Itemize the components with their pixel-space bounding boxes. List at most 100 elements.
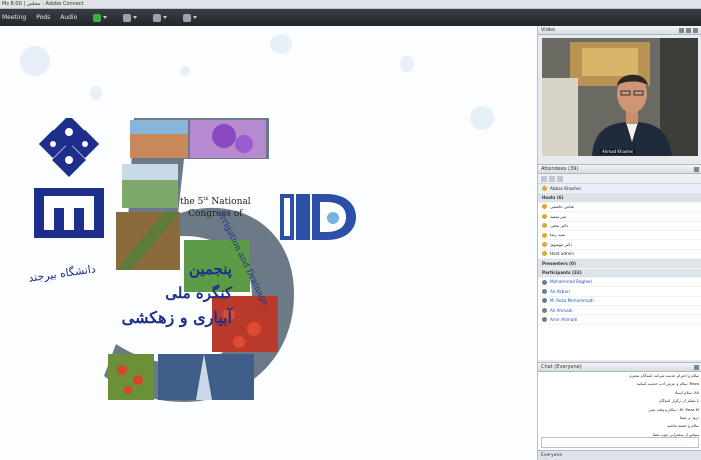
chat-message: ﺳﻼﻡ ﻭ ﺧﺴﺘﻪ ﻧﺒﺎﺷﯿﺪ	[667, 423, 699, 429]
water-drop-decoration	[270, 34, 292, 54]
user-icon	[542, 204, 547, 210]
chat-message: ﺳﻼﻡ ﻭ ﺍﺣﺘﺮﺍﻡ ﺧﺪﻣﺖ ﺷﺮﮐﺖ ﮐﻨﻨﺪﮔﺎﻥ ﻣﺤﺘﺮﻡ	[629, 373, 699, 378]
adobe-connect-window: Ms ﻣﺠﻠﺲ | 8:00 - Adobe Connect Meeting P…	[0, 0, 701, 460]
pod-menu-icon[interactable]	[694, 365, 699, 370]
pod-menu-icon[interactable]	[693, 28, 698, 33]
list-item[interactable]: M. Reza Mohammadi	[538, 297, 701, 307]
meeting-icon	[93, 13, 102, 22]
menu-audio[interactable]: Audio	[60, 14, 77, 21]
pod-maximize-icon[interactable]	[686, 28, 691, 33]
congress-title-fa-1: پنجمین	[188, 260, 232, 278]
list-item[interactable]: ﻣﯿﺮ ﺳﻌﯿﺪ	[538, 212, 701, 222]
presenters-group-label: Presenters (0)	[542, 260, 576, 266]
user-icon	[542, 288, 547, 294]
chat-message: ﺩﺭﻭﺩ ﺑﺮ ﺷﻤﺎ	[679, 415, 699, 421]
menu-pods[interactable]: Pods	[36, 14, 50, 21]
video-participant-name: Ahmad Khashei	[600, 149, 636, 154]
chat-input[interactable]	[541, 437, 699, 448]
water-drop-decoration	[90, 86, 102, 100]
attendees-pod-header: Attendees (39)	[538, 165, 701, 174]
video-pod-header: Video	[538, 26, 701, 35]
university-logo	[34, 118, 104, 238]
settings-icon[interactable]	[557, 175, 563, 182]
user-icon	[542, 279, 547, 285]
user-icon	[542, 223, 547, 229]
attendee-name: Amir Ahmadi	[550, 316, 578, 322]
attendee-name: ﺩﮐﺘﺮ ﻣﻮﺳﻮﯼ	[550, 241, 573, 247]
pod-menu-icon[interactable]	[694, 167, 699, 172]
hosts-group-header[interactable]: Hosts (6)	[538, 193, 701, 203]
mic-icon	[123, 13, 132, 22]
list-item[interactable]: Ali Ahmadi	[538, 306, 701, 316]
presenters-group-header[interactable]: Presenters (0)	[538, 259, 701, 269]
chat-message: ﺑﺎ ﺗﺸﮑﺮ ﺍﺯ ﺑﺮﮔﺰﺍﺭ ﮐﻨﻨﺪﮔﺎﻥ	[658, 398, 699, 404]
raise-hand-button[interactable]	[183, 13, 198, 22]
status-icon[interactable]	[549, 175, 555, 182]
water-drop-decoration	[180, 66, 190, 76]
user-icon	[542, 298, 547, 304]
user-icon	[542, 213, 547, 219]
list-item[interactable]: Ali Akbari	[538, 287, 701, 297]
video-pod-title: Video	[541, 27, 556, 33]
webcam-button[interactable]	[153, 13, 168, 22]
attendee-name: Ali Akbari	[550, 288, 570, 294]
pod-controls	[679, 28, 698, 33]
user-icon	[542, 317, 547, 323]
chat-pod-title: Chat (Everyone)	[541, 364, 582, 370]
chevron-down-icon	[163, 16, 168, 19]
menu-meeting[interactable]: Meeting	[2, 14, 26, 21]
attendee-name: ﺩﮐﺘﺮ ﻧﺠﻔﯽ	[550, 223, 569, 229]
selected-attendee[interactable]: Abbas Khashei	[538, 184, 701, 194]
congress-five-logo	[104, 118, 294, 402]
water-drop-decoration	[470, 106, 494, 130]
raise-hand-icon	[183, 13, 192, 22]
chevron-down-icon	[193, 16, 198, 19]
congress-title-line2: Congress of	[188, 209, 243, 219]
attendee-name: Ali Ahmadi	[550, 307, 573, 313]
list-item[interactable]: Host admin	[538, 250, 701, 260]
attendees-pod: Attendees (39) Abbas Khashei Hosts (6) ﻋ…	[538, 164, 701, 360]
congress-title-fa-2: کنگره ملی	[165, 284, 232, 302]
water-drop-decoration	[400, 56, 414, 72]
video-frame-image	[542, 38, 698, 156]
attendee-name: ﺳﯿﺪ ﺭﺿﺎ	[550, 232, 566, 238]
congress-title-fa-3: آبیاری و زهکشی	[121, 308, 232, 327]
attendee-name: Mohammad Bagheri	[550, 279, 593, 285]
selected-attendee-label: Abbas Khashei	[550, 185, 581, 191]
chat-pod: Chat (Everyone) ﺳﻼﻡ ﻭ ﺍﺣﺘﺮﺍﻡ ﺧﺪﻣﺖ ﺷﺮﮐﺖ ﮐ…	[538, 362, 701, 460]
list-item[interactable]: ﺳﯿﺪ ﺭﺿﺎ	[538, 231, 701, 241]
participants-group-header[interactable]: Participants (33)	[538, 268, 701, 278]
pod-options-icon[interactable]	[679, 28, 684, 33]
right-pods-panel: Video Ahmad Khashei Attendees (39) Abbas…	[537, 26, 701, 460]
chat-recipient-selector[interactable]: Everyone	[538, 450, 701, 460]
user-icon	[542, 232, 547, 238]
attendee-name: ﻣﯿﺮ ﺳﻌﯿﺪ	[550, 213, 567, 219]
pod-controls	[694, 167, 699, 172]
list-item[interactable]: Amir Ahmadi	[538, 315, 701, 325]
window-title: Ms ﻣﺠﻠﺲ | 8:00 - Adobe Connect	[0, 0, 701, 9]
list-item[interactable]: Mohammad Bagheri	[538, 278, 701, 288]
chat-message: Reza: ﺳﻼﻡ ﻭ ﻋﺮﺽ ﺍﺩﺏ ﺧﺪﻣﺖ ﺍﺳﺎﺗﯿﺪ	[636, 381, 699, 387]
webcam-video-feed: Ahmad Khashei	[542, 38, 698, 156]
user-icon	[542, 185, 547, 191]
list-item[interactable]: ﻋﺒﺎﺱ ﺧﺎﺷﻌﯽ	[538, 203, 701, 213]
congress-title-line1b: National	[208, 197, 251, 207]
attendee-name: ﻋﺒﺎﺱ ﺧﺎﺷﻌﯽ	[550, 204, 575, 210]
microphone-button[interactable]	[123, 13, 138, 22]
attendees-pod-title: Attendees (39)	[541, 166, 579, 172]
pod-controls	[694, 365, 699, 370]
chevron-down-icon	[133, 16, 138, 19]
list-item[interactable]: ﺩﮐﺘﺮ ﻣﻮﺳﻮﯼ	[538, 240, 701, 250]
share-pod-slide: دانشگاه بیرجند the 5th National Congress…	[0, 26, 537, 460]
chat-message: Ali: ﺳﻼﻡ ﺍﺳﺘﺎﺩ	[674, 389, 699, 395]
main-toolbar: Meeting Pods Audio	[0, 9, 701, 26]
user-icon	[542, 242, 547, 248]
chevron-down-icon	[103, 16, 108, 19]
list-item[interactable]: ﺩﮐﺘﺮ ﻧﺠﻔﯽ	[538, 222, 701, 231]
participants-group-label: Participants (33)	[542, 270, 582, 276]
user-icon	[542, 307, 547, 313]
user-icon	[542, 251, 547, 257]
meeting-status-button[interactable]	[93, 13, 108, 22]
hosts-group-label: Hosts (6)	[542, 194, 564, 200]
list-view-icon[interactable]	[541, 175, 547, 182]
